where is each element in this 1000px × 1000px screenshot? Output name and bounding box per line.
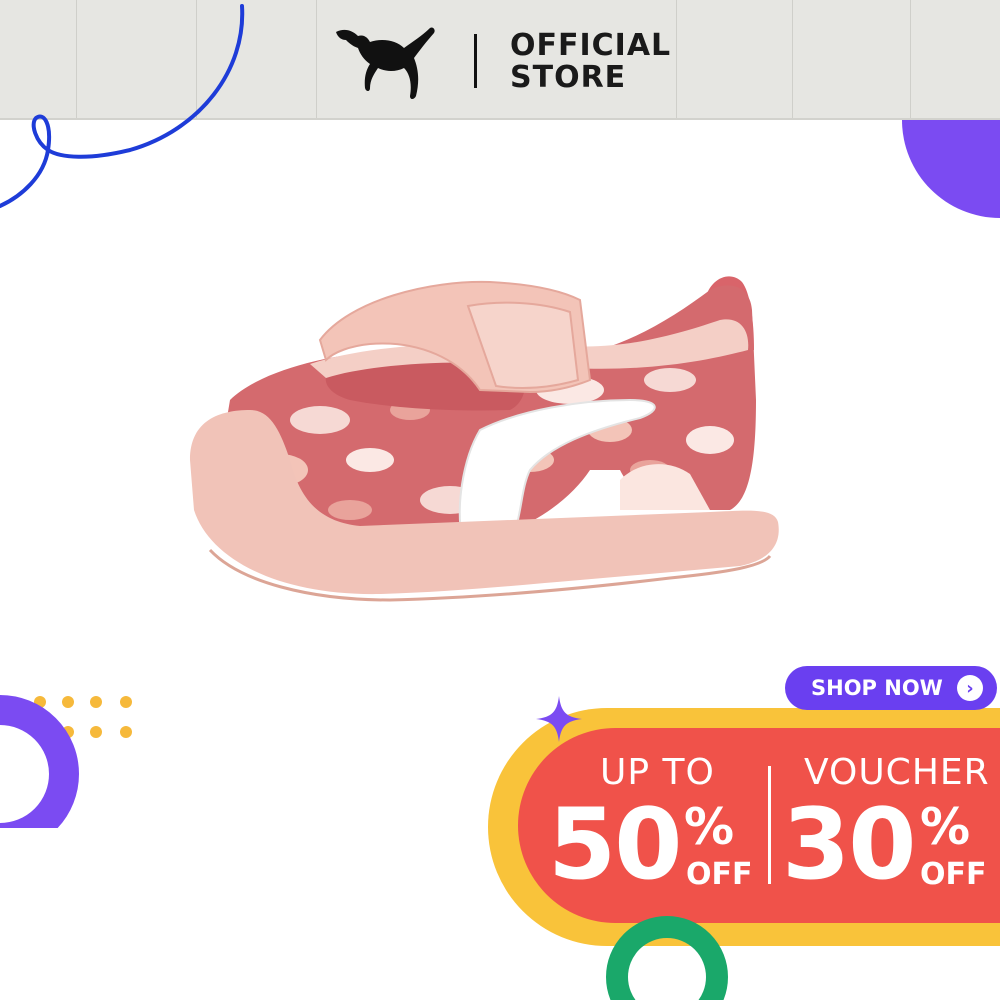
promo-divider <box>768 766 771 884</box>
header-grid-line <box>792 0 793 118</box>
promo-right-off: OFF <box>920 857 987 892</box>
header-grid-line <box>676 0 677 118</box>
store-line1: OFFICIAL <box>510 28 672 63</box>
blue-squiggle-decoration <box>0 4 245 208</box>
chevron-right-icon: › <box>957 675 983 701</box>
green-ring-decoration <box>606 916 728 1000</box>
header-divider <box>474 34 477 88</box>
sparkle-icon <box>536 696 582 742</box>
promo-left-label: UP TO <box>600 752 715 793</box>
product-shoe-image[interactable] <box>150 260 870 620</box>
header-grid-line <box>316 0 317 118</box>
promo-right-label: VOUCHER <box>804 752 990 793</box>
promo-left-percent: % <box>684 798 735 856</box>
header-grid-line <box>910 0 911 118</box>
shop-now-label: SHOP NOW <box>811 676 943 700</box>
purple-circle-decoration <box>902 120 1000 218</box>
promo-left-value: 50 <box>548 788 682 902</box>
store-line2: STORE <box>510 60 627 95</box>
promo-left-off: OFF <box>686 857 753 892</box>
dots-and-ring-decoration <box>0 695 132 828</box>
shop-now-button[interactable]: SHOP NOW › <box>785 666 997 710</box>
official-store-label: OFFICIAL STORE <box>510 30 671 94</box>
puma-cat-icon <box>336 27 435 99</box>
promo-right-percent: % <box>920 798 971 856</box>
promo-right-value: 30 <box>782 788 916 902</box>
puma-logo[interactable] <box>330 18 450 108</box>
